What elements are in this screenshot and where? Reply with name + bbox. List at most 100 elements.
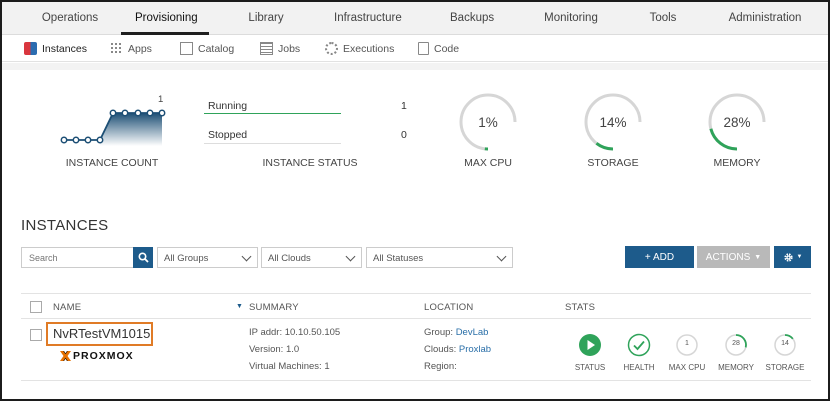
row-cpu-value: 1 xyxy=(685,340,689,347)
proxmox-icon xyxy=(60,351,71,361)
nav-library[interactable]: Library xyxy=(246,2,286,35)
status-play-icon[interactable] xyxy=(578,333,602,357)
row-memory-stat[interactable]: 28 xyxy=(724,333,748,357)
instance-name-link[interactable]: NvRTestVM1015 xyxy=(46,322,153,346)
subnav-instances-label: Instances xyxy=(42,42,87,55)
subnav-executions[interactable]: Executions xyxy=(325,35,394,62)
instance-count-chart xyxy=(60,109,166,146)
instance-count-area xyxy=(100,113,162,146)
instances-icon xyxy=(24,42,37,55)
stopped-bar xyxy=(204,143,341,144)
subnav-jobs-label: Jobs xyxy=(278,42,301,55)
summary-vms: Virtual Machines: 1 xyxy=(249,361,330,372)
nav-backups[interactable]: Backups xyxy=(450,2,494,35)
instance-status-label: INSTANCE STATUS xyxy=(262,157,358,169)
health-caption: HEALTH xyxy=(623,363,655,372)
apps-icon xyxy=(110,42,123,55)
catalog-icon xyxy=(180,42,193,55)
cpu-gauge-value: 1% xyxy=(478,115,498,130)
statuses-select[interactable]: All Statuses xyxy=(366,247,513,268)
jobs-icon xyxy=(260,42,273,55)
memory-gauge-value: 28% xyxy=(723,115,751,130)
memory-gauge-fill xyxy=(709,128,738,151)
column-summary[interactable]: SUMMARY xyxy=(249,302,299,313)
column-name[interactable]: NAME xyxy=(53,302,81,313)
column-stats: STATS xyxy=(565,302,596,313)
row-checkbox[interactable] xyxy=(30,329,42,341)
sub-navigation: Instances Apps Catalog Jobs Executions C… xyxy=(2,35,828,62)
instances-heading: INSTANCES xyxy=(21,217,109,234)
storage-gauge-label: STORAGE xyxy=(587,157,639,169)
storage-gauge-value: 14% xyxy=(599,115,627,130)
search-input[interactable] xyxy=(21,247,133,268)
settings-button[interactable]: ▼ xyxy=(774,246,811,268)
memory-gauge-label: MEMORY xyxy=(713,157,761,169)
clouds-select[interactable]: All Clouds xyxy=(261,247,362,268)
clouds-link[interactable]: Proxlab xyxy=(459,344,491,355)
storage-gauge-fill xyxy=(595,142,614,151)
location-group: Group: DevLab xyxy=(424,327,488,338)
statuses-select-value: All Statuses xyxy=(373,253,424,264)
nav-provisioning[interactable]: Provisioning xyxy=(121,2,209,35)
subnav-code-label: Code xyxy=(434,42,460,55)
nav-administration[interactable]: Administration xyxy=(727,2,803,35)
status-caption: STATUS xyxy=(574,363,606,372)
group-label: Group: xyxy=(424,327,454,338)
row-memory-value: 28 xyxy=(732,340,740,347)
nav-tools[interactable]: Tools xyxy=(648,2,678,35)
running-count: 1 xyxy=(401,100,407,112)
row-memory-caption: MEMORY xyxy=(718,363,754,372)
add-button[interactable]: + ADD xyxy=(625,246,694,268)
instance-count-label: INSTANCE COUNT xyxy=(65,157,159,169)
subnav-instances[interactable]: Instances xyxy=(24,35,87,62)
group-link[interactable]: DevLab xyxy=(456,327,489,338)
nav-operations[interactable]: Operations xyxy=(30,2,110,35)
app-frame: Operations Provisioning Library Infrastr… xyxy=(0,0,830,401)
chevron-down-icon xyxy=(496,251,507,262)
actions-button[interactable]: ACTIONS ▼ xyxy=(697,246,770,268)
nav-monitoring[interactable]: Monitoring xyxy=(543,2,599,35)
cpu-gauge-label: MAX CPU xyxy=(464,157,512,169)
nav-infrastructure[interactable]: Infrastructure xyxy=(334,2,402,35)
subnav-jobs[interactable]: Jobs xyxy=(260,35,300,62)
code-icon xyxy=(418,42,429,55)
subnav-code[interactable]: Code xyxy=(418,35,459,62)
row-cpu-stat[interactable]: 1 xyxy=(675,333,699,357)
clouds-label: Clouds: xyxy=(424,344,457,355)
row-storage-stat[interactable]: 14 xyxy=(773,333,797,357)
select-all-checkbox[interactable] xyxy=(30,301,42,313)
chevron-down-icon xyxy=(241,251,252,262)
subnav-apps[interactable]: Apps xyxy=(110,35,152,62)
subnav-apps-label: Apps xyxy=(128,42,152,55)
caret-down-icon: ▼ xyxy=(796,254,803,260)
provider-name: PROXMOX xyxy=(73,350,134,362)
row-storage-value: 14 xyxy=(781,340,789,347)
running-label: Running xyxy=(208,100,248,112)
table-bottom-border xyxy=(21,380,811,381)
actions-button-label: ACTIONS xyxy=(705,251,751,263)
row-storage-ring-fill xyxy=(784,334,794,340)
instance-count-value: 1 xyxy=(158,94,164,105)
running-bar xyxy=(204,113,341,114)
subnav-executions-label: Executions xyxy=(343,42,395,55)
column-location[interactable]: LOCATION xyxy=(424,302,473,313)
sort-desc-icon[interactable]: ▼ xyxy=(236,303,243,310)
gear-icon xyxy=(783,252,793,262)
top-navigation: Operations Provisioning Library Infrastr… xyxy=(2,2,828,35)
caret-down-icon: ▼ xyxy=(754,253,762,261)
chevron-down-icon xyxy=(345,251,356,262)
groups-select[interactable]: All Groups xyxy=(157,247,258,268)
groups-select-value: All Groups xyxy=(164,253,209,264)
stopped-count: 0 xyxy=(401,129,407,141)
stopped-label: Stopped xyxy=(208,129,248,141)
health-check-icon[interactable] xyxy=(627,333,651,357)
search-button[interactable] xyxy=(133,247,153,268)
summary-ip: IP addr: 10.10.50.105 xyxy=(249,327,341,338)
row-cpu-caption: MAX CPU xyxy=(668,363,706,372)
location-region: Region: xyxy=(424,361,457,372)
row-storage-caption: STORAGE xyxy=(765,363,805,372)
subnav-catalog[interactable]: Catalog xyxy=(180,35,234,62)
table-top-border xyxy=(21,293,811,294)
table-header-border xyxy=(21,318,811,319)
summary-version: Version: 1.0 xyxy=(249,344,300,355)
